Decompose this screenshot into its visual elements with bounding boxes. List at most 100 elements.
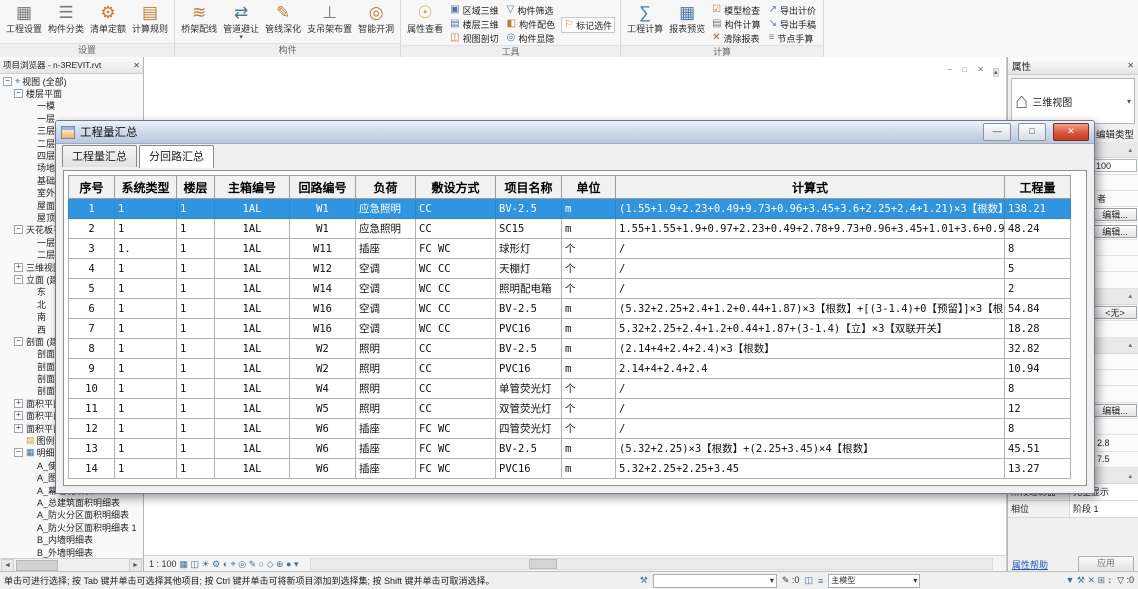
close-icon[interactable]: ✕ [977, 65, 988, 74]
scrollbar-thumb[interactable] [529, 559, 557, 569]
scrollbar-thumb[interactable] [16, 560, 58, 571]
table-row[interactable]: 4111ALW12空调WC CC天棚灯个/5 [69, 259, 1071, 279]
column-header[interactable]: 敷设方式 [416, 176, 496, 199]
ribbon-button[interactable]: ◫视图剖切 [448, 31, 500, 45]
collapse-icon[interactable]: − [14, 337, 23, 346]
view-tool-icon[interactable]: ✎ [249, 559, 259, 569]
tab-circuit-summary[interactable]: 分回路汇总 [139, 145, 214, 168]
view-tool-icon[interactable]: ◎ [238, 559, 248, 569]
view-tool-icon[interactable]: ▾ [294, 559, 299, 569]
ribbon-button[interactable]: ∑工程计算 [624, 2, 666, 35]
ribbon-button[interactable]: ▦工程设置 [3, 2, 45, 35]
collapse-caret-icon[interactable]: ▴ [1128, 146, 1132, 154]
table-row[interactable]: 13111ALW6插座FC WCBV-2.5m(5.32+2.25)×3【根数】… [69, 439, 1071, 459]
table-row[interactable]: 5111ALW14空调WC CC照明配电箱个/2 [69, 279, 1071, 299]
column-header[interactable]: 主箱编号 [215, 176, 290, 199]
status-tool-icon[interactable]: ↕ [1108, 575, 1113, 585]
table-row[interactable]: 9111ALW2照明CCPVC16m2.14+4+2.4+2.410.94 [69, 359, 1071, 379]
column-header[interactable]: 工程量 [1005, 176, 1071, 199]
table-row[interactable]: 7111ALW16空调WC CCPVC16m5.32+2.25+2.4+1.2+… [69, 319, 1071, 339]
canvas-hscrollbar[interactable] [310, 558, 993, 570]
column-header[interactable]: 负荷 [356, 176, 416, 199]
tab-quantity-summary[interactable]: 工程量汇总 [62, 145, 137, 167]
status-tool-icon[interactable]: ⊞ [1098, 575, 1108, 585]
collapse-icon[interactable]: − [14, 275, 23, 284]
design-option-combo[interactable]: 主模型 ▾ [828, 574, 920, 588]
ribbon-button[interactable]: ⊥支吊架布置 [304, 2, 355, 35]
ribbon-button[interactable]: ✕清除报表 [710, 31, 762, 45]
maximize-button[interactable]: □ [1018, 123, 1046, 141]
column-header[interactable]: 项目名称 [496, 176, 562, 199]
table-row[interactable]: 11111ALW5照明CC双管荧光灯个/12 [69, 399, 1071, 419]
close-icon[interactable]: ✕ [1127, 61, 1134, 70]
collapse-caret-icon[interactable]: ▴ [1128, 341, 1132, 349]
ribbon-button[interactable]: ☉属性查看 [404, 2, 446, 35]
ribbon-button[interactable]: ▦报表预览 [666, 2, 708, 35]
edit-button[interactable]: 编辑... [1093, 208, 1137, 221]
chevron-down-icon[interactable]: ▾ [770, 576, 774, 585]
ribbon-button[interactable]: ✎管线深化 [262, 2, 304, 35]
workset-combo[interactable]: ▾ [653, 574, 777, 588]
minimize-button[interactable]: — [983, 123, 1011, 141]
view-tool-icon[interactable]: ● [286, 559, 294, 569]
view-tool-icon[interactable]: ○ [259, 559, 267, 569]
collapse-icon[interactable]: − [14, 225, 23, 234]
ribbon-button[interactable]: ☰构件分类 [45, 2, 87, 35]
type-selector[interactable]: ⌂ 三维视图 ▾ [1011, 78, 1135, 124]
collapse-icon[interactable]: − [14, 89, 23, 98]
view-tool-icon[interactable]: ▦ [180, 559, 191, 569]
view-scale[interactable]: 1 : 100 [149, 559, 177, 569]
property-value[interactable]: 100 [1093, 159, 1137, 172]
expand-icon[interactable]: + [14, 263, 23, 272]
expand-icon[interactable]: + [14, 399, 23, 408]
editable-only-count[interactable]: ✎ :0 [782, 575, 800, 586]
horizontal-scrollbar[interactable]: ◄ ► [0, 558, 143, 572]
view-tool-icon[interactable]: ◇ [267, 559, 276, 569]
view-tool-icon[interactable]: ⚙ [212, 559, 223, 569]
filter-count[interactable]: ▽ :0 [1117, 575, 1134, 586]
view-tool-icon[interactable]: ◫ [191, 559, 202, 569]
table-row[interactable]: 31.11ALW11插座FC WC球形灯个/8 [69, 239, 1071, 259]
tree-item[interactable]: B_外墙明细表 [0, 546, 143, 558]
column-header[interactable]: 楼层 [177, 176, 215, 199]
ribbon-button[interactable]: ▤构件计算 [710, 17, 762, 31]
chevron-down-icon[interactable]: ▾ [913, 576, 917, 585]
ribbon-button[interactable]: ⚙清单定额 [87, 2, 129, 35]
expand-icon[interactable]: + [14, 424, 23, 433]
main-model-icon[interactable]: ≡ [818, 576, 823, 586]
ribbon-button[interactable]: ≡节点手算 [767, 31, 818, 45]
properties-help-link[interactable]: 属性帮助 [1012, 558, 1048, 571]
ribbon-button[interactable]: ▣区域三维 [448, 3, 500, 17]
view-tool-icon[interactable]: ⊕ [276, 559, 286, 569]
ribbon-button[interactable]: ◎智能开洞 [355, 2, 397, 35]
tree-item[interactable]: −楼层平面 [0, 87, 143, 99]
edit-button[interactable]: 编辑... [1093, 404, 1137, 417]
ribbon-button[interactable]: ⚐标记选件 [561, 17, 615, 33]
ribbon-button[interactable]: ⇄管道避让▾ [220, 2, 262, 41]
table-row[interactable]: 1111ALW1应急照明CCBV-2.5m(1.55+1.9+2.23+0.49… [69, 199, 1071, 219]
status-tool-icon[interactable]: ✕ [1087, 575, 1097, 585]
column-header[interactable]: 序号 [69, 176, 115, 199]
tree-item[interactable]: A_防火分区面积明细表 1 [0, 521, 143, 533]
status-tool-icon[interactable]: ⚒ [1077, 575, 1088, 585]
design-option-icon[interactable]: ◫ [804, 575, 813, 586]
column-header[interactable]: 回路编号 [290, 176, 356, 199]
close-button[interactable]: ✕ [1053, 123, 1089, 141]
table-row[interactable]: 8111ALW2照明CCBV-2.5m(2.14+4+2.4+2.4)×3【根数… [69, 339, 1071, 359]
column-header[interactable]: 系统类型 [115, 176, 177, 199]
column-header[interactable]: 计算式 [616, 176, 1005, 199]
table-row[interactable]: 2111ALW1应急照明CCSC15m1.55+1.55+1.9+0.97+2.… [69, 219, 1071, 239]
ribbon-button[interactable]: ≋桥架配线 [178, 2, 220, 35]
collapse-icon[interactable]: − [3, 77, 12, 86]
ribbon-button[interactable]: ▽构件筛选 [505, 3, 557, 17]
ribbon-button[interactable]: ▤计算规则 [129, 2, 171, 35]
ribbon-button[interactable]: ☑模型检查 [710, 3, 762, 17]
apply-button[interactable]: 应用 [1078, 556, 1134, 572]
edit-button[interactable]: 编辑... [1093, 225, 1137, 238]
ribbon-button[interactable]: ↗导出计价 [767, 3, 818, 17]
ribbon-button[interactable]: ↘导出手稿 [767, 17, 818, 31]
close-icon[interactable]: ✕ [133, 61, 140, 70]
collapse-caret-icon[interactable]: ▴ [1128, 472, 1132, 480]
collapse-caret-icon[interactable]: ▴ [1128, 292, 1132, 300]
ribbon-button[interactable]: ◎构件显隐 [505, 31, 557, 45]
